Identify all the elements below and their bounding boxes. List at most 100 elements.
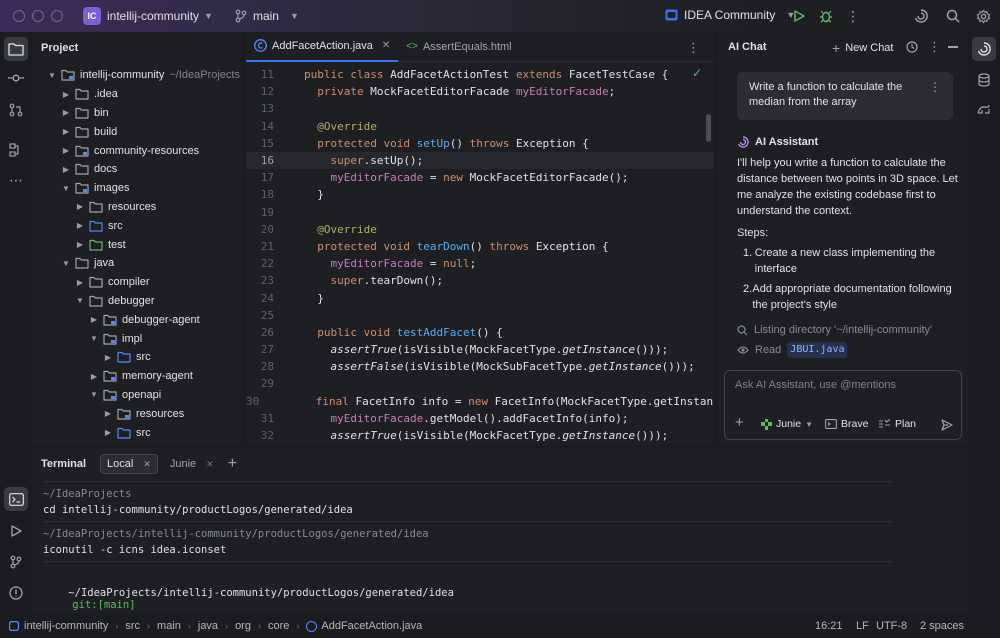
code-line[interactable]: 14 @Override xyxy=(246,118,714,135)
history-clock-icon[interactable] xyxy=(906,41,918,53)
tree-item[interactable]: ▶ resources xyxy=(32,198,242,217)
breadcrumb-item[interactable]: intellij-community xyxy=(24,620,108,632)
tree-item[interactable]: ▼ debugger xyxy=(32,292,242,311)
pull-requests-icon[interactable] xyxy=(4,98,28,122)
tool-read-file[interactable]: JBUI.java xyxy=(787,342,848,358)
code-line[interactable]: 15 protected void setUp() throws Excepti… xyxy=(246,135,714,152)
project-name[interactable]: intellij-community xyxy=(107,9,199,23)
branch-selector[interactable]: main ▼ xyxy=(235,9,299,23)
git-tool-icon[interactable] xyxy=(4,550,28,574)
code-line[interactable]: 30 final FacetInfo info = new FacetInfo(… xyxy=(246,393,714,410)
search-icon[interactable] xyxy=(944,7,962,25)
code-line[interactable]: 20 @Override xyxy=(246,221,714,238)
project-badge[interactable]: IC xyxy=(83,7,101,25)
tree-item[interactable]: ▼ java xyxy=(32,254,242,273)
breadcrumb-item[interactable]: src xyxy=(125,620,140,632)
chat-more-icon[interactable]: ⋮ xyxy=(928,39,941,55)
run-icon[interactable] xyxy=(790,7,808,25)
run-tool-icon[interactable] xyxy=(4,519,28,543)
code-line[interactable]: 22 myEditorFacade = null; xyxy=(246,255,714,272)
tab-addfacetaction[interactable]: AddFacetAction.java ✕ xyxy=(246,32,399,62)
chevron-down-icon[interactable]: ▼ xyxy=(60,259,72,268)
database-icon[interactable] xyxy=(972,68,996,92)
chevron-right-icon[interactable]: ▶ xyxy=(88,372,100,381)
code-line[interactable]: 18 } xyxy=(246,186,714,203)
chevron-right-icon[interactable]: ▶ xyxy=(74,221,86,230)
attach-plus-icon[interactable]: + xyxy=(735,414,744,431)
close-window-button[interactable] xyxy=(13,10,25,22)
more-vertical-icon[interactable]: ⋮ xyxy=(844,7,862,25)
terminal-tool-icon[interactable] xyxy=(4,487,28,511)
code-line[interactable]: 23 super .tearDown(); xyxy=(246,272,714,289)
close-tab-icon[interactable]: ✕ xyxy=(382,40,390,51)
breadcrumb-item[interactable]: java xyxy=(198,620,218,632)
tree-item[interactable]: ▶ test xyxy=(32,235,242,254)
chevron-down-icon[interactable]: ▼ xyxy=(60,184,72,193)
settings-gear-icon[interactable] xyxy=(974,7,992,25)
debug-icon[interactable] xyxy=(817,7,835,25)
tab-local[interactable]: Local ✕ xyxy=(100,454,158,474)
chevron-right-icon[interactable]: ▶ xyxy=(60,165,72,174)
code-line[interactable]: 19 xyxy=(246,204,714,221)
tree-item[interactable]: ▶ memory-agent xyxy=(32,367,242,386)
tool-listing-row[interactable]: Listing directory '~/intellij-community' xyxy=(737,322,959,338)
tree-item[interactable]: ▶ debugger-agent xyxy=(32,310,242,329)
code-line[interactable]: 28 assertFalse (isVisible(MockSubFacetTyp… xyxy=(246,358,714,375)
chevron-down-icon[interactable]: ▼ xyxy=(88,334,100,343)
tree-item[interactable]: ▶ src xyxy=(32,348,242,367)
run-config-selector[interactable]: IDEA Community ▼ xyxy=(665,8,795,22)
chevron-right-icon[interactable]: ▶ xyxy=(60,127,72,136)
code-line[interactable]: 26 public void testAddFacet() { xyxy=(246,324,714,341)
breadcrumb-item[interactable]: main xyxy=(157,620,181,632)
tab-junie[interactable]: Junie ✕ xyxy=(170,458,214,470)
message-more-icon[interactable]: ⋮ xyxy=(929,80,941,95)
tree-item[interactable]: ▼ intellij-community ~/IdeaProjects xyxy=(32,66,242,85)
brave-toggle[interactable]: Brave xyxy=(825,418,868,430)
chevron-right-icon[interactable]: ▶ xyxy=(74,240,86,249)
chevron-right-icon[interactable]: ▶ xyxy=(60,146,72,155)
more-horizontal-icon[interactable]: ⋯ xyxy=(4,168,28,192)
code-line[interactable]: 21 protected void tearDown() throws Exce… xyxy=(246,238,714,255)
minimize-icon[interactable] xyxy=(948,46,958,48)
code-line[interactable]: 27 assertTrue (isVisible(MockFacetType. ge… xyxy=(246,341,714,358)
code-area[interactable]: 11 public class AddFacetActionTest extend… xyxy=(246,66,714,444)
tree-item[interactable]: ▶ docs xyxy=(32,160,242,179)
indent-setting[interactable]: 2 spaces xyxy=(920,620,964,632)
chevron-down-icon[interactable]: ▼ xyxy=(88,390,100,399)
project-tool-icon[interactable] xyxy=(4,37,28,61)
code-line[interactable]: 32 assertTrue (isVisible(MockFacetType. ge… xyxy=(246,427,714,444)
chevron-right-icon[interactable]: ▶ xyxy=(74,278,86,287)
ai-chat-tool-icon[interactable] xyxy=(972,37,996,61)
tree-item[interactable]: ▼ images xyxy=(32,179,242,198)
chevron-right-icon[interactable]: ▶ xyxy=(60,90,72,99)
tree-item[interactable]: ▶ community-resources xyxy=(32,141,242,160)
tree-item[interactable]: ▶ compiler xyxy=(32,273,242,292)
code-line[interactable]: 17 myEditorFacade = new MockFacetEditorF… xyxy=(246,169,714,186)
tree-item[interactable]: ▼ openapi xyxy=(32,386,242,405)
tab-assertequals[interactable]: <> AssertEquals.html xyxy=(398,32,519,62)
code-line[interactable]: 24 } xyxy=(246,289,714,306)
send-icon[interactable] xyxy=(941,419,953,431)
chevron-down-icon[interactable]: ▼ xyxy=(204,11,213,21)
new-chat-button[interactable]: + New Chat xyxy=(832,40,893,56)
breadcrumb-item[interactable]: org xyxy=(235,620,251,632)
chevron-right-icon[interactable]: ▶ xyxy=(102,409,114,418)
line-separator[interactable]: LF xyxy=(856,620,869,632)
code-line[interactable]: 13 xyxy=(246,100,714,117)
code-line[interactable]: 31 myEditorFacade .getModel().addFacetInf… xyxy=(246,410,714,427)
structure-icon[interactable] xyxy=(4,138,28,162)
chevron-down-icon[interactable]: ▼ xyxy=(46,71,58,80)
chevron-right-icon[interactable]: ▶ xyxy=(102,353,114,362)
tree-item[interactable]: ▶ resources xyxy=(32,404,242,423)
close-tab-icon[interactable]: ✕ xyxy=(143,459,151,470)
tree-item[interactable]: ▶ bin xyxy=(32,104,242,123)
chat-input-box[interactable]: Ask AI Assistant, use @mentions + Junie … xyxy=(724,370,962,440)
chevron-right-icon[interactable]: ▶ xyxy=(88,315,100,324)
zoom-window-button[interactable] xyxy=(51,10,63,22)
chevron-right-icon[interactable]: ▶ xyxy=(74,202,86,211)
agent-selector[interactable]: Junie ▼ xyxy=(761,418,813,430)
file-encoding[interactable]: UTF-8 xyxy=(876,620,907,632)
tool-read-row[interactable]: Read JBUI.java xyxy=(737,342,959,358)
minimize-window-button[interactable] xyxy=(32,10,44,22)
commit-tool-icon[interactable] xyxy=(4,66,28,90)
